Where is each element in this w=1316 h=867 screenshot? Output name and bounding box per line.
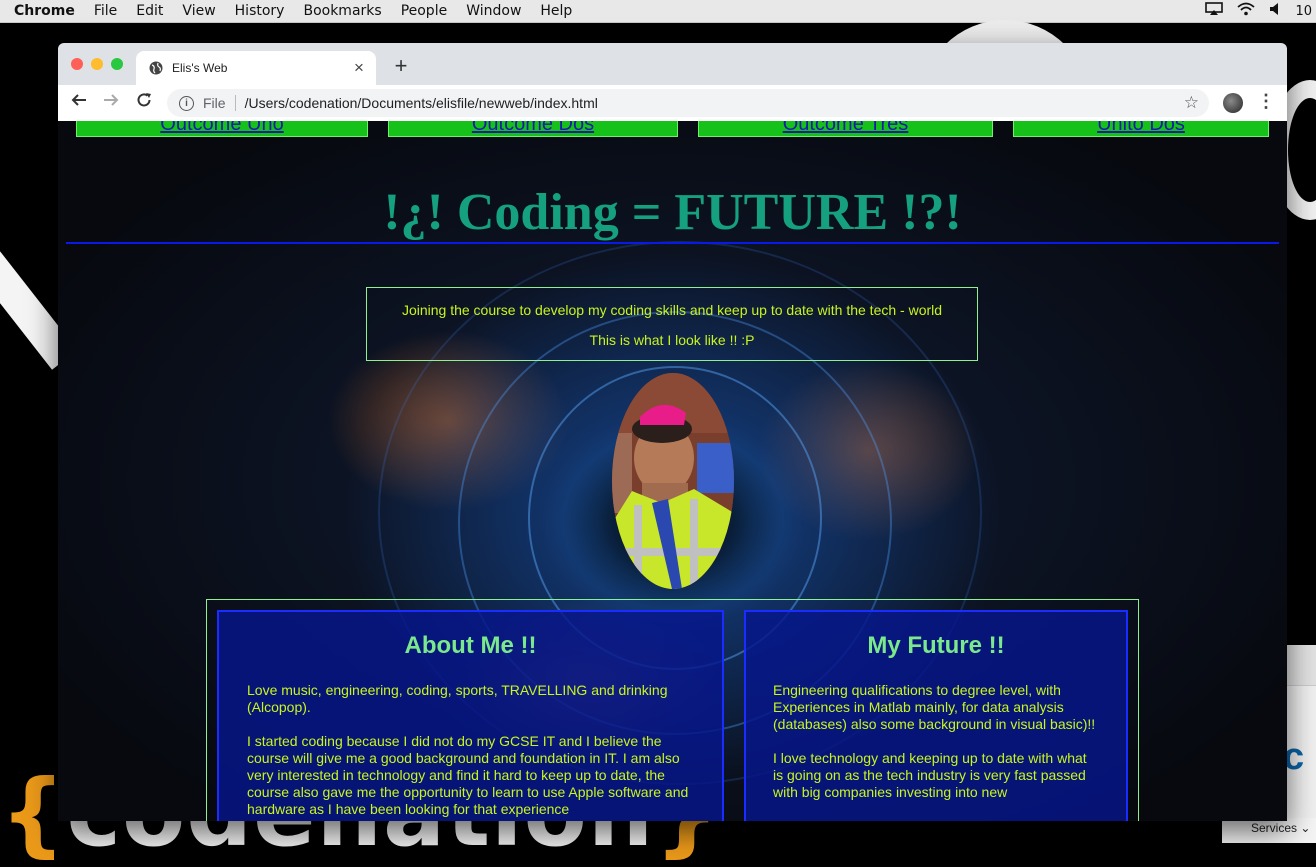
zoom-window-button[interactable] [111, 58, 123, 70]
forward-arrow-icon[interactable] [101, 92, 121, 113]
about-me-card: About Me !! Love music, engineering, cod… [217, 610, 724, 821]
close-window-button[interactable] [71, 58, 83, 70]
menu-kebab-icon[interactable]: ⋮ [1257, 91, 1275, 112]
status-tray: 10 [1205, 0, 1316, 22]
nav-outcome-tres[interactable]: Outcome Tres [698, 121, 993, 137]
my-future-text: Engineering qualifications to degree lev… [773, 682, 1096, 732]
window-controls [71, 58, 123, 70]
profile-avatar[interactable] [1223, 93, 1243, 113]
browser-tab[interactable]: Elis's Web × [136, 51, 376, 85]
menu-bookmarks[interactable]: Bookmarks [303, 3, 381, 19]
about-me-text: I started coding because I did not do my… [247, 733, 689, 817]
url-text[interactable]: /Users/codenation/Documents/elisfile/new… [245, 95, 1184, 111]
volume-icon[interactable] [1269, 2, 1281, 20]
menu-people[interactable]: People [401, 3, 448, 19]
minimize-window-button[interactable] [91, 58, 103, 70]
services-menu[interactable]: Services ⌄ [1222, 818, 1316, 843]
browser-window: Elis's Web × + i File /Users/codenation/… [58, 43, 1287, 821]
browser-toolbar: i File /Users/codenation/Documents/elisf… [58, 85, 1287, 122]
page-nav: Outcome Uno Outcome Dos Outcome Tres Uni… [76, 121, 1269, 139]
intro-box: Joining the course to develop my coding … [366, 287, 978, 361]
address-separator [234, 95, 236, 111]
background-window-bar [1287, 645, 1316, 686]
new-tab-button[interactable]: + [390, 53, 412, 79]
profile-photo [612, 373, 734, 589]
my-future-title: My Future !! [867, 632, 1005, 659]
nav-outcome-dos[interactable]: Outcome Dos [388, 121, 678, 137]
intro-caption: This is what I look like !! :P [589, 332, 755, 348]
bookmark-star-icon[interactable]: ☆ [1184, 93, 1199, 113]
services-label: Services [1251, 821, 1298, 835]
tab-strip: Elis's Web × + [58, 43, 1287, 85]
about-me-title: About Me !! [404, 632, 537, 659]
url-scheme: File [203, 95, 226, 111]
wifi-icon[interactable] [1237, 2, 1256, 20]
my-future-card: My Future !! Engineering qualifications … [744, 610, 1128, 821]
reload-icon[interactable] [134, 92, 154, 113]
close-tab-icon[interactable]: × [348, 58, 370, 78]
clock-text[interactable]: 10 [1295, 4, 1312, 19]
about-me-text: Love music, engineering, coding, sports,… [247, 682, 668, 715]
info-section: About Me !! Love music, engineering, cod… [206, 599, 1139, 821]
menu-history[interactable]: History [235, 3, 285, 19]
tab-title: Elis's Web [172, 61, 228, 75]
page-title: !¿! Coding = FUTURE !?! [383, 184, 962, 241]
airplay-icon[interactable] [1205, 2, 1224, 20]
menu-view[interactable]: View [182, 3, 215, 19]
background-window[interactable]: c [1283, 645, 1316, 825]
mac-menu-bar: Chrome File Edit View History Bookmarks … [0, 0, 1316, 23]
menu-window[interactable]: Window [466, 3, 521, 19]
address-bar[interactable]: i File /Users/codenation/Documents/elisf… [167, 89, 1209, 117]
menu-edit[interactable]: Edit [136, 3, 163, 19]
info-icon[interactable]: i [179, 95, 194, 111]
intro-text: Joining the course to develop my coding … [401, 302, 943, 318]
title-divider [66, 242, 1279, 244]
nav-unito-dos[interactable]: Unito Dos [1013, 121, 1269, 137]
web-page: Outcome Uno Outcome Dos Outcome Tres Uni… [58, 121, 1287, 821]
background-window-logo: c [1283, 736, 1305, 778]
back-arrow-icon[interactable] [69, 92, 89, 113]
nav-outcome-uno[interactable]: Outcome Uno [76, 121, 368, 137]
globe-icon [149, 61, 163, 75]
menu-help[interactable]: Help [540, 3, 572, 19]
menu-file[interactable]: File [94, 3, 117, 19]
my-future-text: I love technology and keeping up to date… [773, 750, 1087, 800]
menu-chrome[interactable]: Chrome [14, 3, 75, 19]
